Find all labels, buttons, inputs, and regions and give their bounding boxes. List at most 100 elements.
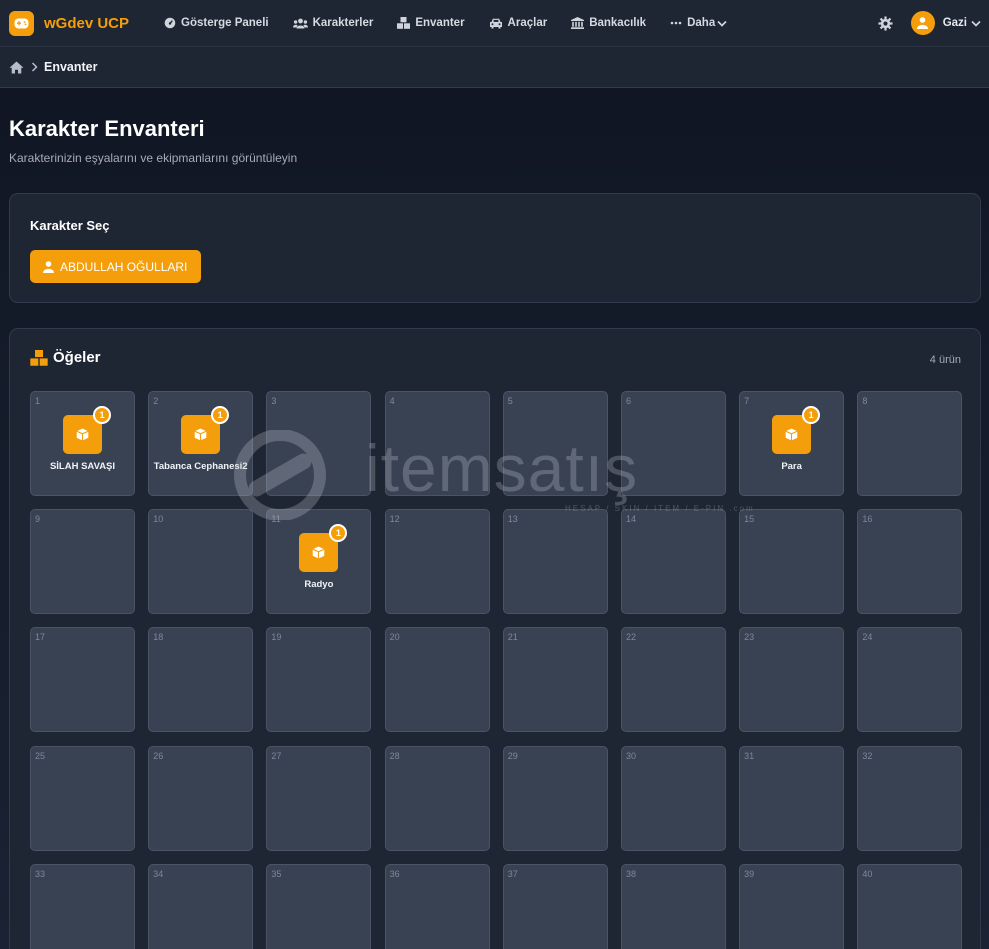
nav-item-characters[interactable]: Karakterler [292, 0, 373, 46]
item-name: Radyo [304, 579, 334, 591]
breadcrumb: Envanter [0, 46, 989, 88]
slot-number: 24 [862, 632, 873, 643]
inventory-slot[interactable]: 26 [148, 745, 254, 851]
inventory-slot[interactable]: 32 [857, 745, 963, 851]
inventory-slot[interactable]: 1 1 SİLAH SAVAŞI [30, 391, 135, 496]
slot-number: 8 [862, 396, 868, 406]
inventory-slot[interactable]: 28 [384, 745, 490, 851]
slot-number: 5 [507, 396, 513, 406]
user-menu[interactable]: Gazi [910, 11, 981, 35]
inventory-slot[interactable]: 31 [739, 745, 845, 851]
top-navbar: wGdev UCP Gösterge Paneli Karakterler En… [0, 0, 989, 46]
inventory-slot[interactable]: 16 [857, 509, 963, 615]
inventory-slot[interactable]: 12 [384, 509, 490, 615]
slot-number: 4 [389, 396, 395, 406]
inventory-slot[interactable]: 24 [857, 627, 963, 733]
character-select-card: Karakter Seç ABDULLAH OĞULLARI [9, 193, 981, 303]
inventory-slot[interactable]: 37 [502, 863, 608, 949]
inventory-slot[interactable]: 25 [30, 745, 135, 851]
slot-number: 10 [153, 514, 164, 525]
box-icon: 1 [772, 406, 821, 454]
inventory-slot[interactable]: 18 [148, 627, 254, 733]
slot-number: 38 [625, 868, 636, 879]
slot-number: 9 [35, 514, 41, 525]
brand[interactable]: wGdev UCP [9, 10, 130, 36]
inventory-slot[interactable]: 15 [739, 509, 845, 615]
inventory-slot[interactable]: 39 [739, 863, 845, 949]
slot-number: 2 [153, 396, 159, 406]
nav-item-banking[interactable]: Bankacılık [571, 0, 646, 46]
character-button[interactable]: ABDULLAH OĞULLARI [30, 250, 202, 283]
inventory-slot[interactable]: 29 [502, 745, 608, 851]
inventory-slot[interactable]: 9 [30, 509, 135, 615]
slot-number: 40 [862, 868, 873, 879]
inventory-slot[interactable]: 36 [384, 863, 490, 949]
nav-label: Daha [687, 17, 716, 29]
slot-number: 14 [625, 514, 636, 525]
inventory-slot[interactable]: 10 [148, 509, 254, 615]
inventory-slot[interactable]: 7 1 Para [739, 391, 845, 496]
inventory-slot[interactable]: 38 [620, 863, 726, 949]
slot-number: 34 [153, 868, 164, 879]
car-icon [489, 18, 502, 28]
inventory-slot[interactable]: 3 [266, 391, 372, 496]
brand-name: wGdev UCP [44, 14, 130, 32]
nav-item-inventory[interactable]: Envanter [397, 0, 465, 46]
inventory-grid: 1 1 SİLAH SAVAŞI 2 1 Tabanca Cephanesi2 3 4 5 6 7 1… [30, 391, 963, 949]
inventory-slot[interactable]: 21 [502, 627, 608, 733]
nav-label: Envanter [415, 17, 465, 29]
inventory-slot[interactable]: 13 [502, 509, 608, 615]
slot-number: 29 [507, 750, 518, 761]
inventory-slot[interactable]: 5 [502, 391, 608, 496]
nav-item-vehicles[interactable]: Araçlar [489, 0, 548, 46]
gamepad-icon [9, 10, 34, 36]
inventory-slot[interactable]: 2 1 Tabanca Cephanesi2 [148, 391, 254, 496]
quantity-badge: 1 [211, 406, 230, 424]
slot-number: 32 [862, 750, 873, 761]
inventory-slot[interactable]: 23 [739, 627, 845, 733]
inventory-slot[interactable]: 40 [857, 863, 963, 949]
nav-item-more[interactable]: Daha [670, 0, 732, 46]
user-icon [917, 17, 929, 29]
inventory-slot[interactable]: 20 [384, 627, 490, 733]
inventory-slot[interactable]: 6 [620, 391, 726, 496]
slot-number: 23 [744, 632, 755, 643]
nav-item-dashboard[interactable]: Gösterge Paneli [164, 0, 269, 46]
slot-number: 35 [271, 868, 282, 879]
gear-icon [878, 15, 893, 31]
box-icon: 1 [181, 406, 230, 454]
slot-number: 21 [507, 632, 518, 643]
avatar [910, 11, 935, 35]
chevron-down-icon [971, 20, 981, 27]
breadcrumb-current: Envanter [44, 60, 98, 74]
inventory-slot[interactable]: 33 [30, 863, 135, 949]
inventory-slot[interactable]: 8 [857, 391, 963, 496]
gauge-icon [164, 17, 176, 29]
inventory-slot[interactable]: 19 [266, 627, 372, 733]
slot-number: 1 [35, 396, 41, 406]
character-button-label: ABDULLAH OĞULLARI [60, 259, 188, 274]
inventory-slot[interactable]: 30 [620, 745, 726, 851]
nav-label: Bankacılık [589, 17, 647, 29]
nav-label: Araçlar [507, 17, 548, 29]
slot-number: 6 [625, 396, 631, 406]
inventory-slot[interactable]: 17 [30, 627, 135, 733]
inventory-slot[interactable]: 35 [266, 863, 372, 949]
slot-number: 39 [744, 868, 755, 879]
inventory-slot[interactable]: 34 [148, 863, 254, 949]
slot-number: 26 [153, 750, 164, 761]
boxes-icon [30, 349, 48, 366]
page-subtitle: Karakterinizin eşyalarını ve ekipmanları… [9, 151, 298, 165]
inventory-slot[interactable]: 14 [620, 509, 726, 615]
user-icon [43, 260, 54, 273]
inventory-slot[interactable]: 22 [620, 627, 726, 733]
inventory-slot[interactable]: 11 1 Radyo [266, 509, 372, 615]
item-name: Tabanca Cephanesi2 [153, 461, 248, 472]
inventory-slot[interactable]: 27 [266, 745, 372, 851]
box-icon: 1 [299, 524, 348, 573]
slot-number: 16 [862, 514, 873, 525]
settings-button[interactable] [878, 15, 893, 31]
home-icon[interactable] [9, 61, 24, 74]
slot-number: 30 [625, 750, 636, 761]
inventory-slot[interactable]: 4 [384, 391, 490, 496]
